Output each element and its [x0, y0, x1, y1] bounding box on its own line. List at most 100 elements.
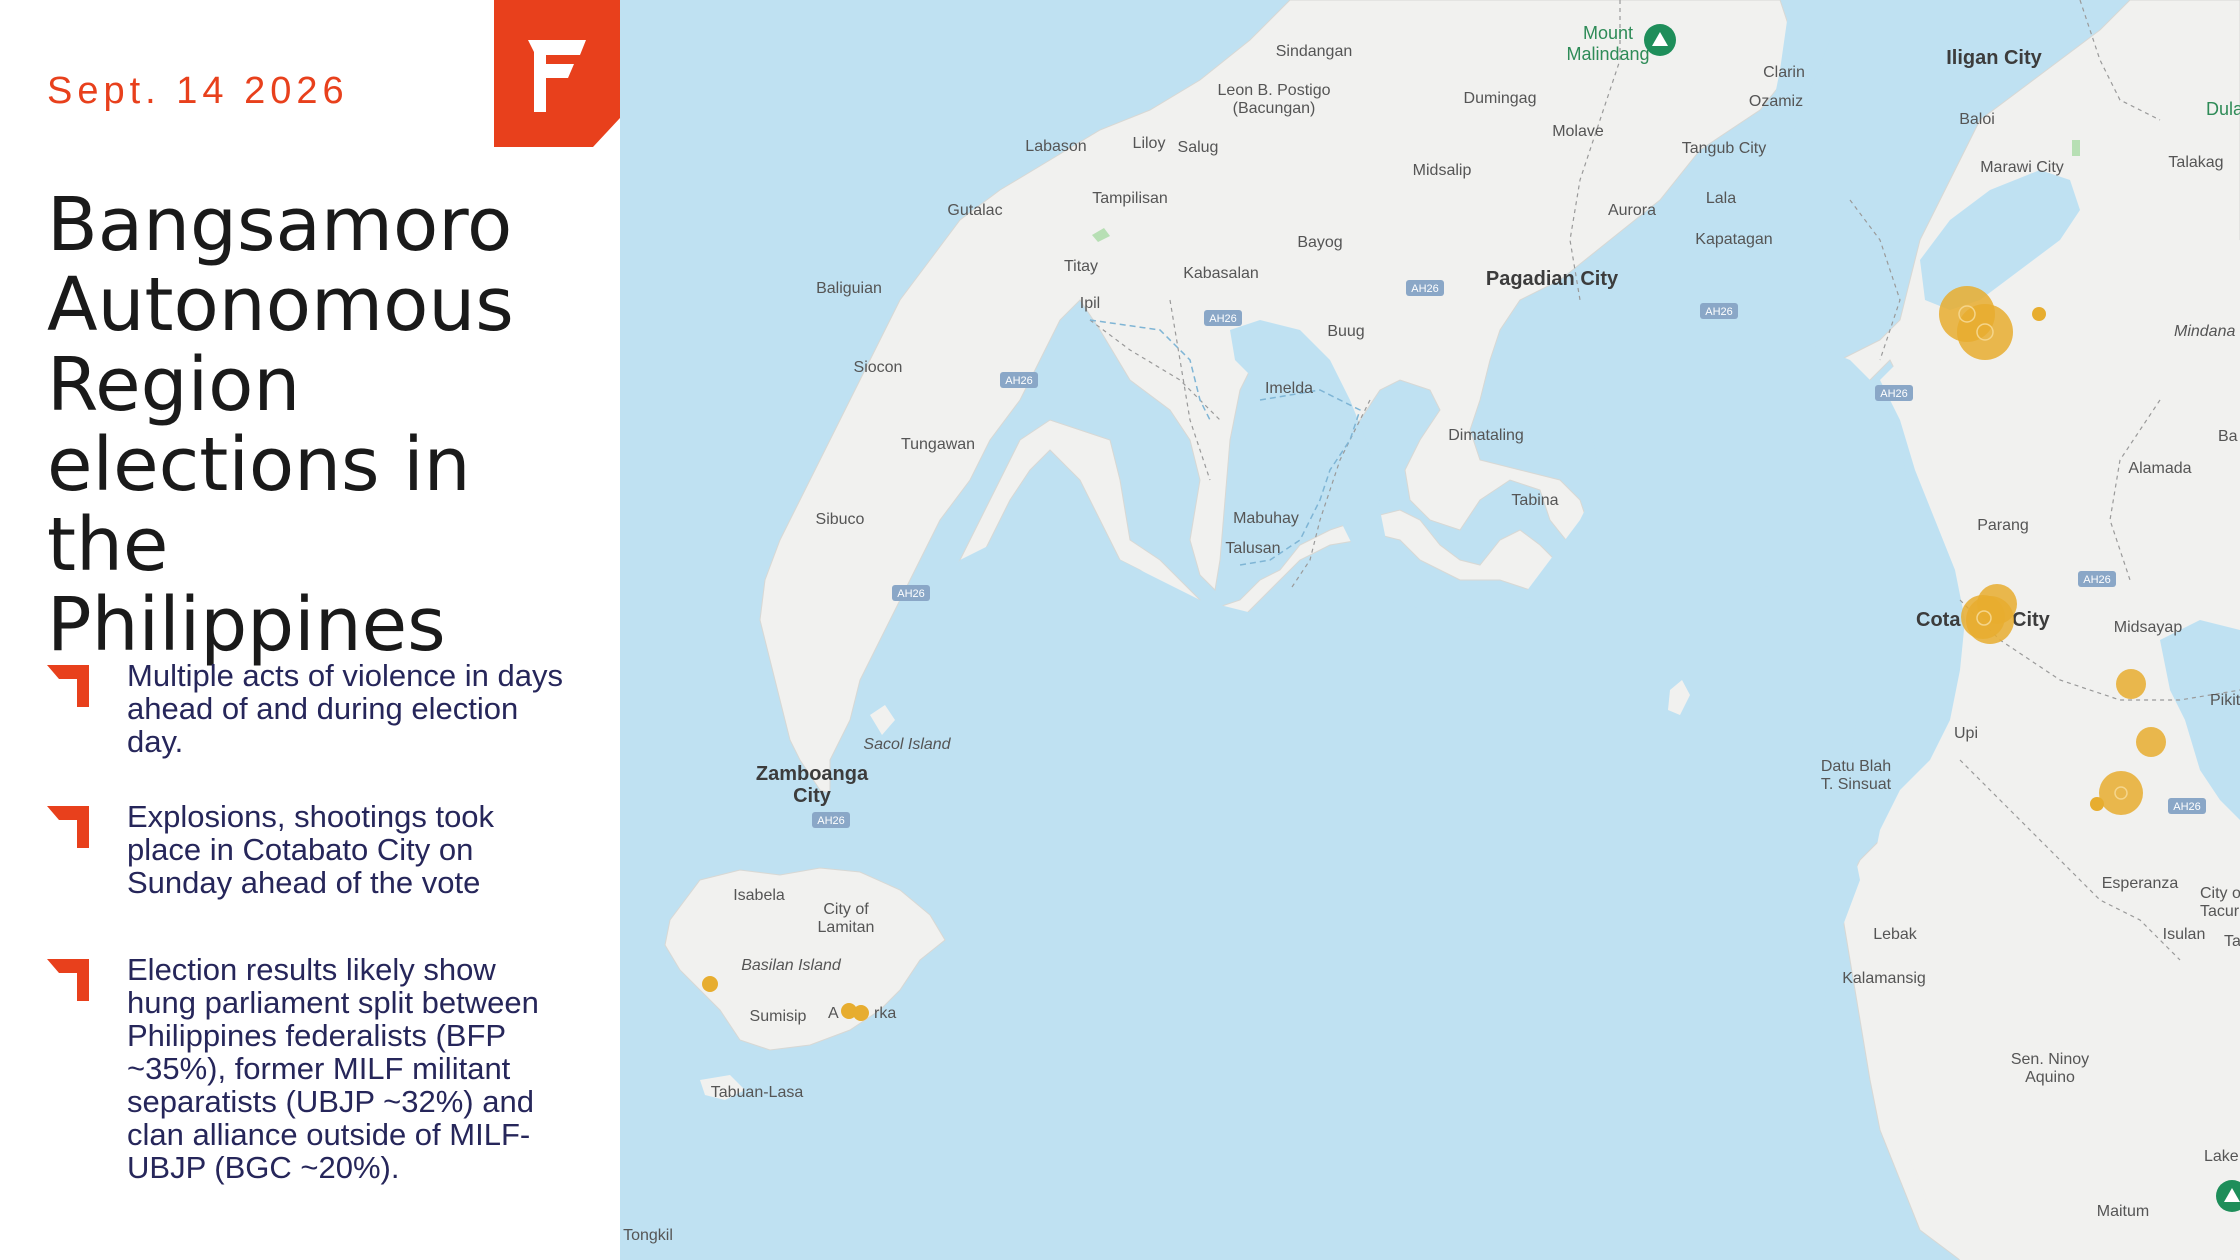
label-mount-malindang-1: Mount — [1583, 23, 1633, 43]
road-shield: AH26 — [812, 812, 850, 828]
label-sen-ninoy-2: Aquino — [2025, 1069, 2075, 1086]
label-tangub: Tangub City — [1682, 140, 1767, 157]
bullet-item: Explosions, shootings took place in Cota… — [47, 800, 567, 899]
label-sibuco: Sibuco — [816, 511, 865, 528]
road-shield-label: AH26 — [1411, 283, 1439, 295]
label-datu-blah-1: Datu Blah — [1821, 758, 1891, 775]
incident-marker[interactable] — [1961, 595, 2005, 639]
label-tacurong-2: Tacur — [2200, 903, 2240, 920]
label-sumisip: Sumisip — [750, 1008, 807, 1025]
label-esperanza: Esperanza — [2102, 875, 2179, 892]
label-baloi: Baloi — [1959, 111, 1995, 128]
label-ipil: Ipil — [1080, 295, 1100, 312]
label-leon-postigo-2: (Bacungan) — [1233, 100, 1316, 117]
label-mabuhay: Mabuhay — [1233, 510, 1299, 527]
incident-marker[interactable] — [2136, 727, 2166, 757]
label-liloy: Liloy — [1133, 135, 1166, 152]
label-lala: Lala — [1706, 190, 1736, 207]
road-shield-label: AH26 — [2083, 574, 2111, 586]
bullet-icon — [47, 665, 89, 707]
bullet-item: Multiple acts of violence in days ahead … — [47, 659, 567, 758]
bullet-icon — [47, 806, 89, 848]
label-pikit: Pikit — [2210, 692, 2240, 709]
label-maluso-end: rka — [874, 1005, 896, 1022]
label-salug: Salug — [1178, 139, 1219, 156]
road-shield: AH26 — [1875, 385, 1913, 401]
label-tampilisan: Tampilisan — [1092, 190, 1168, 207]
road-shield: AH26 — [2168, 798, 2206, 814]
label-midsayap: Midsayap — [2114, 619, 2183, 636]
road-shield: AH26 — [1700, 303, 1738, 319]
incident-marker[interactable] — [2116, 669, 2146, 699]
label-leon-postigo-1: Leon B. Postigo — [1218, 82, 1331, 99]
label-lebak: Lebak — [1873, 926, 1918, 943]
label-mount-malindang-2: Malindang — [1566, 44, 1649, 64]
brand-logo-icon — [494, 0, 620, 147]
map-view[interactable]: AH26 AH26 AH26 AH26 AH26 AH26 AH26 AH26 … — [620, 0, 2240, 1260]
label-dula: Dula — [2206, 99, 2240, 119]
road-shield-label: AH26 — [2173, 801, 2201, 813]
label-talakag: Talakag — [2168, 154, 2223, 171]
label-sen-ninoy-1: Sen. Ninoy — [2011, 1051, 2089, 1068]
road-shield-label: AH26 — [1209, 313, 1237, 325]
label-gutalac: Gutalac — [947, 202, 1002, 219]
park-patch — [2072, 140, 2080, 156]
label-kapatagan: Kapatagan — [1695, 231, 1772, 248]
incident-marker[interactable] — [1957, 304, 2013, 360]
label-isabela: Isabela — [733, 887, 785, 904]
label-lamitan-1: City of — [823, 901, 869, 918]
road-shield-label: AH26 — [817, 815, 845, 827]
label-ba: Ba — [2218, 428, 2238, 445]
road-shield-label: AH26 — [1880, 388, 1908, 400]
label-zamboanga-2: City — [793, 785, 832, 807]
label-imelda: Imelda — [1265, 380, 1313, 397]
label-dumingag: Dumingag — [1464, 90, 1537, 107]
incident-marker[interactable] — [853, 1005, 869, 1021]
label-parang: Parang — [1977, 517, 2029, 534]
info-panel: Sept. 14 2026 Bangsamoro Autonomous Regi… — [0, 0, 620, 1260]
label-aurora: Aurora — [1608, 202, 1656, 219]
label-bayog: Bayog — [1297, 234, 1342, 251]
label-dimataling: Dimataling — [1448, 427, 1524, 444]
label-maitum: Maitum — [2097, 1203, 2149, 1220]
road-shield: AH26 — [1000, 372, 1038, 388]
label-kabasalan: Kabasalan — [1183, 265, 1259, 282]
label-tongkil: Tongkil — [623, 1227, 673, 1244]
page-title: Bangsamoro Autonomous Region elections i… — [47, 182, 514, 668]
label-ta: Ta — [2224, 933, 2240, 950]
label-lake: Lake — [2204, 1148, 2239, 1165]
label-zamboanga-1: Zamboanga — [756, 763, 869, 785]
incident-marker[interactable] — [2099, 771, 2143, 815]
incident-marker[interactable] — [2090, 797, 2104, 811]
road-shield: AH26 — [1406, 280, 1444, 296]
label-midsalip: Midsalip — [1413, 162, 1472, 179]
road-shield: AH26 — [1204, 310, 1242, 326]
label-ozamiz: Ozamiz — [1749, 93, 1803, 110]
label-siocon: Siocon — [854, 359, 903, 376]
label-tungawan: Tungawan — [901, 436, 975, 453]
label-mindanao: Mindana — [2174, 323, 2235, 340]
date-label: Sept. 14 2026 — [47, 70, 349, 112]
label-kalamansig: Kalamansig — [1842, 970, 1926, 987]
label-basilan-island: Basilan Island — [741, 957, 842, 974]
label-pagadian: Pagadian City — [1486, 268, 1619, 290]
label-buug: Buug — [1327, 323, 1364, 340]
bullet-item: Election results likely show hung parlia… — [47, 953, 567, 1223]
incident-marker[interactable] — [2032, 307, 2046, 321]
label-marawi: Marawi City — [1980, 159, 2064, 176]
road-shield: AH26 — [892, 585, 930, 601]
label-clarin: Clarin — [1763, 64, 1805, 81]
label-tabina: Tabina — [1511, 492, 1558, 509]
label-maluso: A — [828, 1005, 839, 1022]
label-cotabato-city: City — [2012, 609, 2051, 631]
incident-marker[interactable] — [702, 976, 718, 992]
label-molave: Molave — [1552, 123, 1604, 140]
road-shield-label: AH26 — [1005, 375, 1033, 387]
road-shield-label: AH26 — [897, 588, 925, 600]
label-upi: Upi — [1954, 725, 1978, 742]
label-baliguian: Baliguian — [816, 280, 882, 297]
label-alamada: Alamada — [2128, 460, 2191, 477]
bullet-icon — [47, 959, 89, 1001]
bullet-text: Multiple acts of violence in days ahead … — [127, 658, 563, 759]
label-talusan: Talusan — [1225, 540, 1280, 557]
